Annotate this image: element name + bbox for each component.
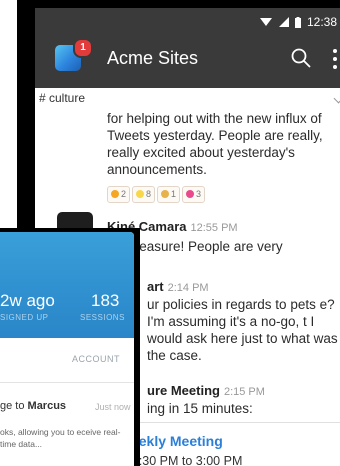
battery-icon [295,17,301,28]
chevron-down-icon[interactable] [333,93,340,104]
message-header: art 2:14 PM [147,278,340,296]
message-header: Kiné Camara 12:55 PM [107,218,340,236]
message-text: for helping out with the new influx of T… [107,111,323,177]
more-options-icon[interactable] [327,46,340,72]
notification-user: Marcus [27,400,67,412]
event-card[interactable]: Weekly Meeting m 2:30 PM to 3:00 PM [107,422,340,466]
app-title: Acme Sites [107,48,199,68]
sessions-label: SESSIONS [80,313,125,322]
signal-icon [279,17,289,27]
author-name[interactable]: art [147,279,164,294]
tab-account[interactable]: ACCOUNT [72,354,120,364]
reaction[interactable]: 2 [107,186,131,203]
tab-bar: ACCOUNT [0,338,134,383]
reaction-row: 2813 [107,184,207,203]
sessions-value: 183 [91,291,120,310]
app-bar: 1 Acme Sites [35,30,340,88]
message-time: 12:55 PM [190,222,238,234]
message-time: 2:15 PM [223,386,265,398]
heart-emoji-icon [186,190,195,198]
clock: 12:38 [307,15,338,29]
sparkles-emoji-icon [136,190,145,198]
channel-name: # culture [39,91,86,105]
notification-time: Just now [95,402,131,412]
search-icon[interactable] [289,46,313,70]
signed-up-value: 2w ago [0,291,55,310]
wifi-icon [260,18,272,26]
notification-badge: 1 [73,38,93,58]
profile-header: 2w ago SIGNED UP 183 SESSIONS [0,232,134,338]
reaction[interactable]: 3 [182,186,206,203]
notification-body: oks, allowing you to eceive real-time da… [0,427,121,449]
reaction[interactable]: 8 [132,186,156,203]
message-time: 2:14 PM [167,282,209,294]
signed-up-label: SIGNED UP [0,313,49,322]
profile-screen: 2w ago SIGNED UP 183 SESSIONS ACCOUNT ge… [0,228,140,466]
author-name[interactable]: ure Meeting [147,383,220,398]
message-header: ure Meeting 2:15 PM [147,382,340,400]
profile-card: 2w ago SIGNED UP 183 SESSIONS ACCOUNT ge… [0,232,134,466]
clap-emoji-icon [161,190,170,198]
reaction[interactable]: 1 [157,186,181,203]
message-text: my pleasure! People are very [107,239,283,254]
party-emoji-icon [111,190,119,198]
message-text: ing in 15 minutes: [147,401,253,416]
channel-header[interactable]: # culture [35,88,340,111]
message-text: ur policies in regards to pets e? I'm as… [147,297,338,363]
